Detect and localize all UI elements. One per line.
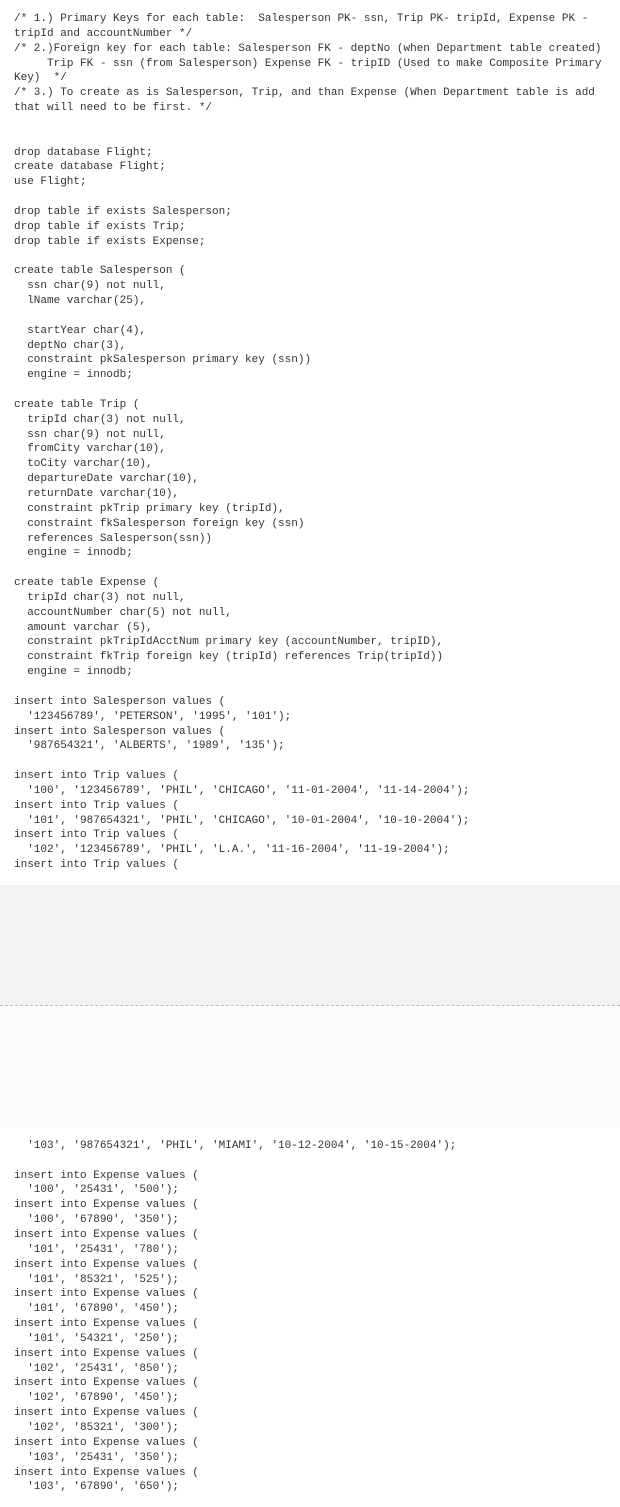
page-gap-top <box>0 885 620 1005</box>
sql-code-page-1: /* 1.) Primary Keys for each table: Sale… <box>0 0 620 885</box>
sql-code-page-2: '103', '987654321', 'PHIL', 'MIAMI', '10… <box>0 1127 620 1507</box>
page-gap-bottom <box>0 1007 620 1127</box>
